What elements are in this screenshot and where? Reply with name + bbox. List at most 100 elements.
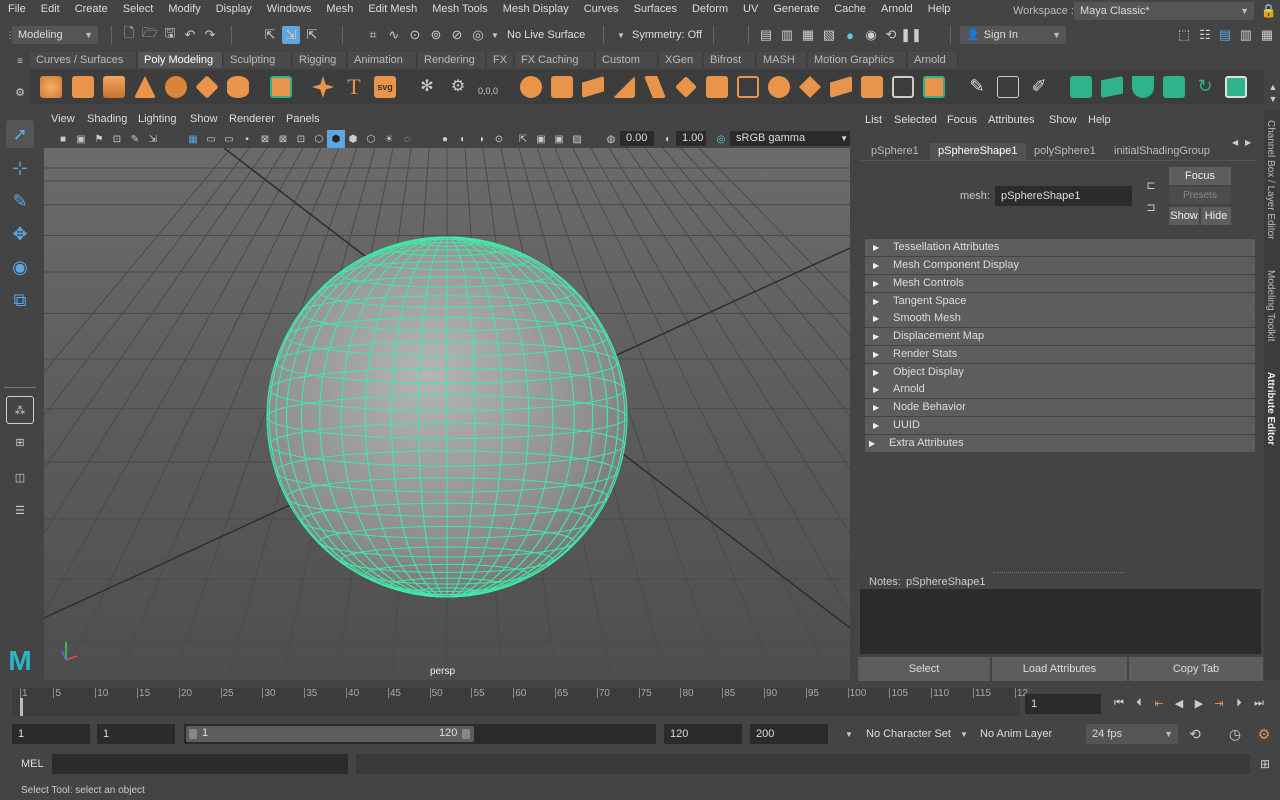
merge-icon[interactable]: [706, 76, 728, 98]
menu-select[interactable]: Select: [115, 0, 161, 19]
colorspace-dropdown[interactable]: sRGB gamma ▼: [730, 131, 850, 146]
move-tool-icon[interactable]: ✥: [6, 220, 34, 248]
depth-of-field-icon[interactable]: ▨: [568, 130, 586, 148]
menu-display[interactable]: Display: [208, 0, 259, 19]
field-chart-icon[interactable]: ⊠: [256, 130, 274, 148]
anim-layer-label[interactable]: No Anim Layer: [980, 728, 1052, 740]
shelf-tab-rigging[interactable]: Rigging: [293, 52, 347, 68]
step-back-key-icon[interactable]: ⇤: [1150, 694, 1168, 712]
shelf-menu-icon[interactable]: ≡: [11, 52, 29, 70]
viewport-menu-show[interactable]: Show: [190, 113, 218, 125]
symmetry-label[interactable]: Symmetry: Off: [632, 29, 702, 41]
menu-modify[interactable]: Modify: [160, 0, 207, 19]
shelf-settings-icon[interactable]: ⚙: [11, 83, 29, 101]
hide-button[interactable]: Hide: [1201, 207, 1231, 225]
section-tessellation-attributes[interactable]: ▶ Tessellation Attributes: [865, 239, 1255, 256]
gamma-icon[interactable]: ◐: [659, 130, 677, 148]
ae-menu-list[interactable]: List: [865, 114, 882, 126]
viewport-menu-view[interactable]: View: [51, 113, 75, 125]
step-forward-frame-icon[interactable]: ⏵: [1230, 694, 1248, 712]
two-pane-layout-icon[interactable]: ◫: [6, 463, 34, 491]
notes-splitter[interactable]: [993, 572, 1123, 573]
mesh-name-field[interactable]: pSphereShape1: [995, 186, 1132, 206]
viewport-menu-shading[interactable]: Shading: [87, 113, 127, 125]
multi-cut-icon[interactable]: [830, 76, 852, 98]
tab-scroll-left-icon[interactable]: ◀: [1232, 138, 1238, 147]
section-node-behavior[interactable]: ▶ Node Behavior: [865, 399, 1255, 416]
select-by-hierarchy-icon[interactable]: ⇱: [261, 26, 279, 44]
super-shape-icon[interactable]: [312, 76, 334, 98]
separate-icon[interactable]: ⚙: [447, 76, 469, 98]
shelf-tab-bifrost[interactable]: Bifrost: [704, 52, 756, 68]
section-displacement-map[interactable]: ▶ Displacement Map: [865, 328, 1255, 345]
ae-menu-attributes[interactable]: Attributes: [988, 114, 1034, 126]
animation-end-field[interactable]: 200: [750, 724, 828, 744]
menuset-dropdown[interactable]: Modeling ▼: [12, 26, 98, 44]
svg-tool-icon[interactable]: svg: [374, 76, 396, 98]
menu-deform[interactable]: Deform: [684, 0, 735, 19]
shelf-tab-curves-surfaces[interactable]: Curves / Surfaces: [30, 52, 137, 68]
camera-icon[interactable]: ■: [54, 130, 72, 148]
menu-windows[interactable]: Windows: [259, 0, 319, 19]
ae-tab-polysphere1[interactable]: polySphere1: [1026, 143, 1104, 160]
bridge-icon[interactable]: [613, 76, 635, 98]
select-button[interactable]: Select: [858, 657, 990, 681]
shelf-tab-fx[interactable]: FX: [487, 52, 514, 68]
side-tab-attribute-editor[interactable]: Attribute Editor: [1265, 372, 1276, 445]
gate-mask-icon[interactable]: ▪: [238, 130, 256, 148]
menu-arnold[interactable]: Arnold: [873, 0, 920, 19]
motion-blur-icon[interactable]: ⇱: [514, 130, 532, 148]
loop-icon[interactable]: ⟲: [1186, 725, 1204, 743]
redo-icon[interactable]: ↷: [201, 26, 219, 44]
playback-end-field[interactable]: 120: [664, 724, 742, 744]
pan-zoom-icon[interactable]: ⇲: [144, 130, 162, 148]
animation-preferences-icon[interactable]: ⚙: [1255, 725, 1273, 743]
textured-icon[interactable]: ⬡: [362, 130, 380, 148]
arnold-render-icon[interactable]: ◉: [862, 26, 880, 44]
shelf-tab-rendering[interactable]: Rendering: [418, 52, 486, 68]
ae-tab-psphere1[interactable]: pSphere1: [863, 143, 927, 160]
render-current-icon[interactable]: ▥: [778, 26, 796, 44]
command-input[interactable]: [52, 754, 348, 774]
character-set-label[interactable]: No Character Set: [866, 728, 951, 740]
mirror-icon[interactable]: [923, 76, 945, 98]
cylindrical-map-icon[interactable]: [1132, 76, 1154, 98]
snap-projected-center-icon[interactable]: ⊚: [427, 26, 445, 44]
menu-create[interactable]: Create: [67, 0, 115, 19]
chevron-down-icon[interactable]: ▼: [486, 26, 504, 44]
character-controls-icon[interactable]: ☷: [1196, 26, 1214, 44]
section-render-stats[interactable]: ▶ Render Stats: [865, 346, 1255, 363]
shadows-icon[interactable]: ◌: [398, 130, 416, 148]
shelf-scroll-icon[interactable]: ▼: [1264, 90, 1280, 108]
color-management-icon[interactable]: ◎: [712, 130, 730, 148]
grid-icon[interactable]: ▦: [184, 130, 202, 148]
chevron-down-icon[interactable]: ▼: [840, 725, 858, 743]
poly-platonic-icon[interactable]: [270, 76, 292, 98]
viewport-persp[interactable]: persp: [44, 148, 850, 680]
section-tangent-space[interactable]: ▶ Tangent Space: [865, 293, 1255, 310]
snap-grid-icon[interactable]: ⌗: [364, 26, 382, 44]
unfold-icon[interactable]: ↻: [1194, 76, 1216, 98]
range-slider[interactable]: 1 120: [184, 724, 656, 744]
ae-tab-initialshadinggroup[interactable]: initialShadingGroup: [1106, 143, 1218, 160]
sign-in-dropdown[interactable]: 👤 Sign In ▼: [960, 26, 1066, 44]
menu-generate[interactable]: Generate: [765, 0, 826, 19]
use-all-lights-icon[interactable]: ☀: [380, 130, 398, 148]
shelf-tab-mash[interactable]: MASH: [757, 52, 807, 68]
output-connection-icon[interactable]: ⊐: [1142, 198, 1160, 216]
notes-textarea[interactable]: [860, 589, 1261, 654]
side-tab-channel-box[interactable]: Channel Box / Layer Editor: [1265, 120, 1276, 240]
wireframe-icon[interactable]: ⬡: [310, 130, 328, 148]
lock-icon[interactable]: 🔒: [1260, 2, 1278, 20]
quad-draw-icon[interactable]: [892, 76, 914, 98]
render-view-icon[interactable]: ▤: [757, 26, 775, 44]
bookmark-icon[interactable]: ⚑: [90, 130, 108, 148]
go-to-end-icon[interactable]: ⏭: [1250, 694, 1268, 712]
camera-attributes-icon[interactable]: ▣: [72, 130, 90, 148]
menu-uv[interactable]: UV: [735, 0, 765, 19]
shelf-tab-arnold[interactable]: Arnold: [908, 52, 958, 68]
show-button[interactable]: Show: [1169, 207, 1199, 225]
play-backwards-icon[interactable]: ◀: [1170, 694, 1188, 712]
range-slider-bar[interactable]: 1 120: [186, 726, 474, 742]
section-smooth-mesh[interactable]: ▶ Smooth Mesh: [865, 310, 1255, 327]
